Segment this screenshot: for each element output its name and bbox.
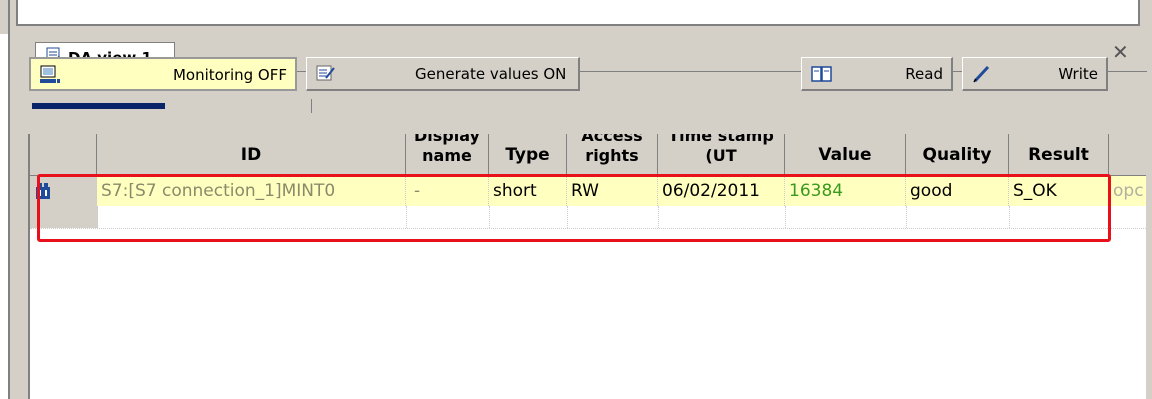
generate-label: Generate values ON [415,65,567,83]
generate-values-button[interactable]: Generate values ON [306,57,580,91]
read-button[interactable]: Read [801,57,953,91]
generate-icon [315,64,337,88]
header-result[interactable]: Result [1009,134,1109,176]
header-type[interactable]: Type [489,134,567,176]
header-value[interactable]: Value [785,134,906,176]
cell-extra: opc [1113,181,1144,201]
panel-edge [8,34,10,399]
selection-highlight-box [37,174,1111,242]
header-display-name[interactable]: Display name [406,134,489,176]
monitor-icon [39,65,61,89]
read-label: Read [905,65,943,83]
monitoring-progress [32,103,165,109]
splitter[interactable] [8,0,10,34]
header-id[interactable]: ID [97,134,406,176]
header-quality[interactable]: Quality [906,134,1009,176]
header-access-rights[interactable]: Access rights [567,134,658,176]
progress-separator [311,99,312,113]
upper-pane [0,0,1152,34]
write-label: Write [1058,65,1098,83]
monitoring-button[interactable]: Monitoring OFF [29,57,297,91]
book-icon [810,64,834,88]
write-button[interactable]: Write [962,57,1108,91]
upper-pane-content [16,0,1140,26]
close-icon[interactable]: ✕ [1112,42,1129,62]
header-row-indicator[interactable] [30,134,97,176]
header-extra[interactable] [1109,134,1146,176]
monitoring-label: Monitoring OFF [172,66,287,84]
pen-icon [971,64,993,88]
header-timestamp[interactable]: Time stamp (UT [658,134,785,176]
